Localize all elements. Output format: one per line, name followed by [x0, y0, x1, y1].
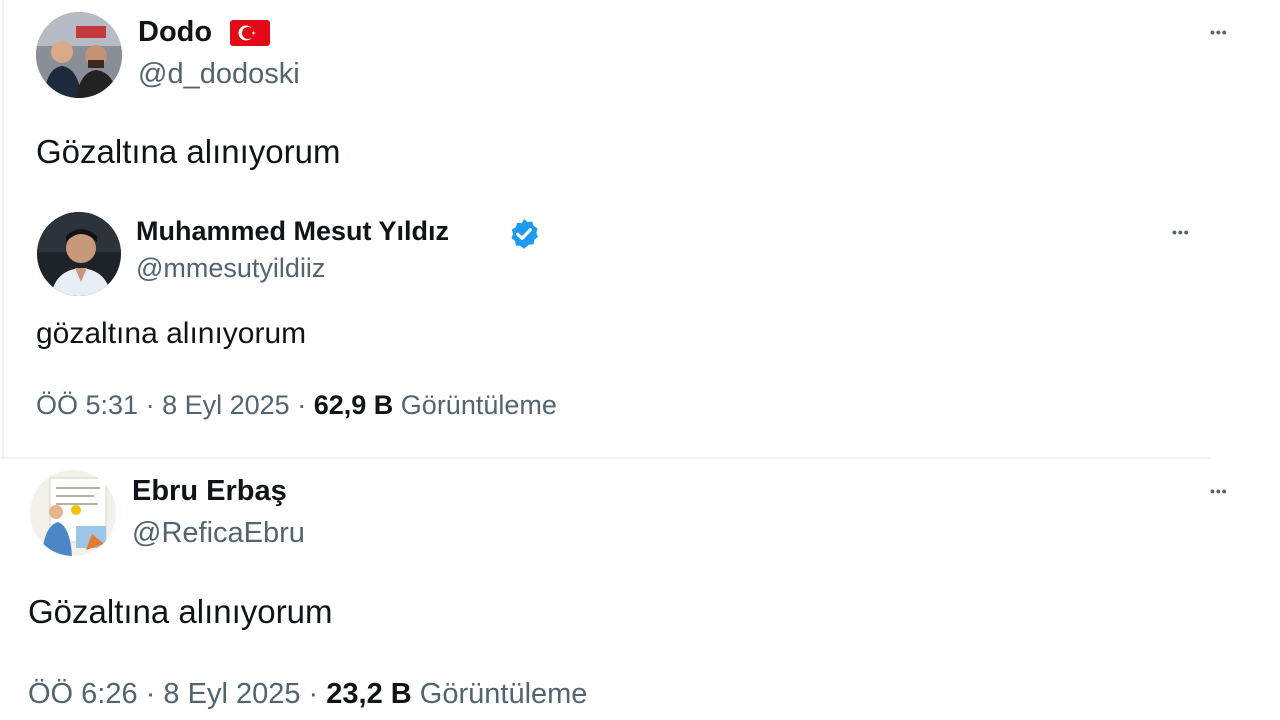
avatar-dodo[interactable] [36, 12, 122, 98]
tweet-divider [0, 457, 1210, 459]
tweet3-date-link[interactable]: 8 Eyl 2025 [163, 678, 300, 710]
tweet2-more-options-button[interactable]: ••• [1172, 220, 1190, 244]
tweet2-meta-row: ÖÖ 5:31 · 8 Eyl 2025 · 62,9 B Görüntülem… [36, 388, 557, 422]
tweet2-views-count[interactable]: 62,9 B [314, 390, 394, 420]
avatar-photo [36, 12, 122, 98]
tweet1-author-name[interactable]: Dodo [138, 14, 212, 50]
tweet3-views-label: Görüntüleme [419, 678, 588, 710]
tweet1-handle[interactable]: @d_dodoski [138, 56, 300, 92]
tweet2-time-link[interactable]: ÖÖ 5:31 [36, 390, 138, 420]
avatar-mmesutyildiiz[interactable] [37, 212, 121, 296]
tweet2-author-name[interactable]: Muhammed Mesut Yıldız [136, 214, 449, 248]
tweet3-meta-row: ÖÖ 6:26 · 8 Eyl 2025 · 23,2 B Görüntülem… [28, 676, 587, 712]
tweet3-views-count[interactable]: 23,2 B [326, 678, 411, 710]
tweet3-author-name[interactable]: Ebru Erbaş [132, 473, 287, 509]
tweet3-handle[interactable]: @ReficaEbru [132, 515, 305, 551]
tweet1-more-options-button[interactable]: ••• [1210, 20, 1228, 44]
tweet2-views-label: Görüntüleme [400, 390, 557, 420]
tweet2-text: gözaltına alınıyorum [36, 317, 307, 350]
tweet1-text: Gözaltına alınıyorum [36, 133, 341, 170]
tweet3-more-options-button[interactable]: ••• [1210, 479, 1228, 503]
avatar-photo [30, 470, 116, 556]
card-left-border [2, 0, 4, 458]
separator-dot: · [145, 390, 155, 420]
verified-badge-icon [507, 217, 541, 251]
separator-dot: · [308, 678, 319, 710]
avatar-reficaebru[interactable] [30, 470, 116, 556]
avatar-photo [37, 212, 121, 296]
tweet3-text: Gözaltına alınıyorum [28, 593, 333, 630]
separator-dot: · [297, 390, 307, 420]
separator-dot: · [145, 678, 156, 710]
tweet2-date-link[interactable]: 8 Eyl 2025 [162, 390, 290, 420]
tweet2-handle[interactable]: @mmesutyildiiz [136, 251, 325, 285]
turkey-flag-icon [230, 20, 270, 46]
tweet3-time-link[interactable]: ÖÖ 6:26 [28, 678, 138, 710]
